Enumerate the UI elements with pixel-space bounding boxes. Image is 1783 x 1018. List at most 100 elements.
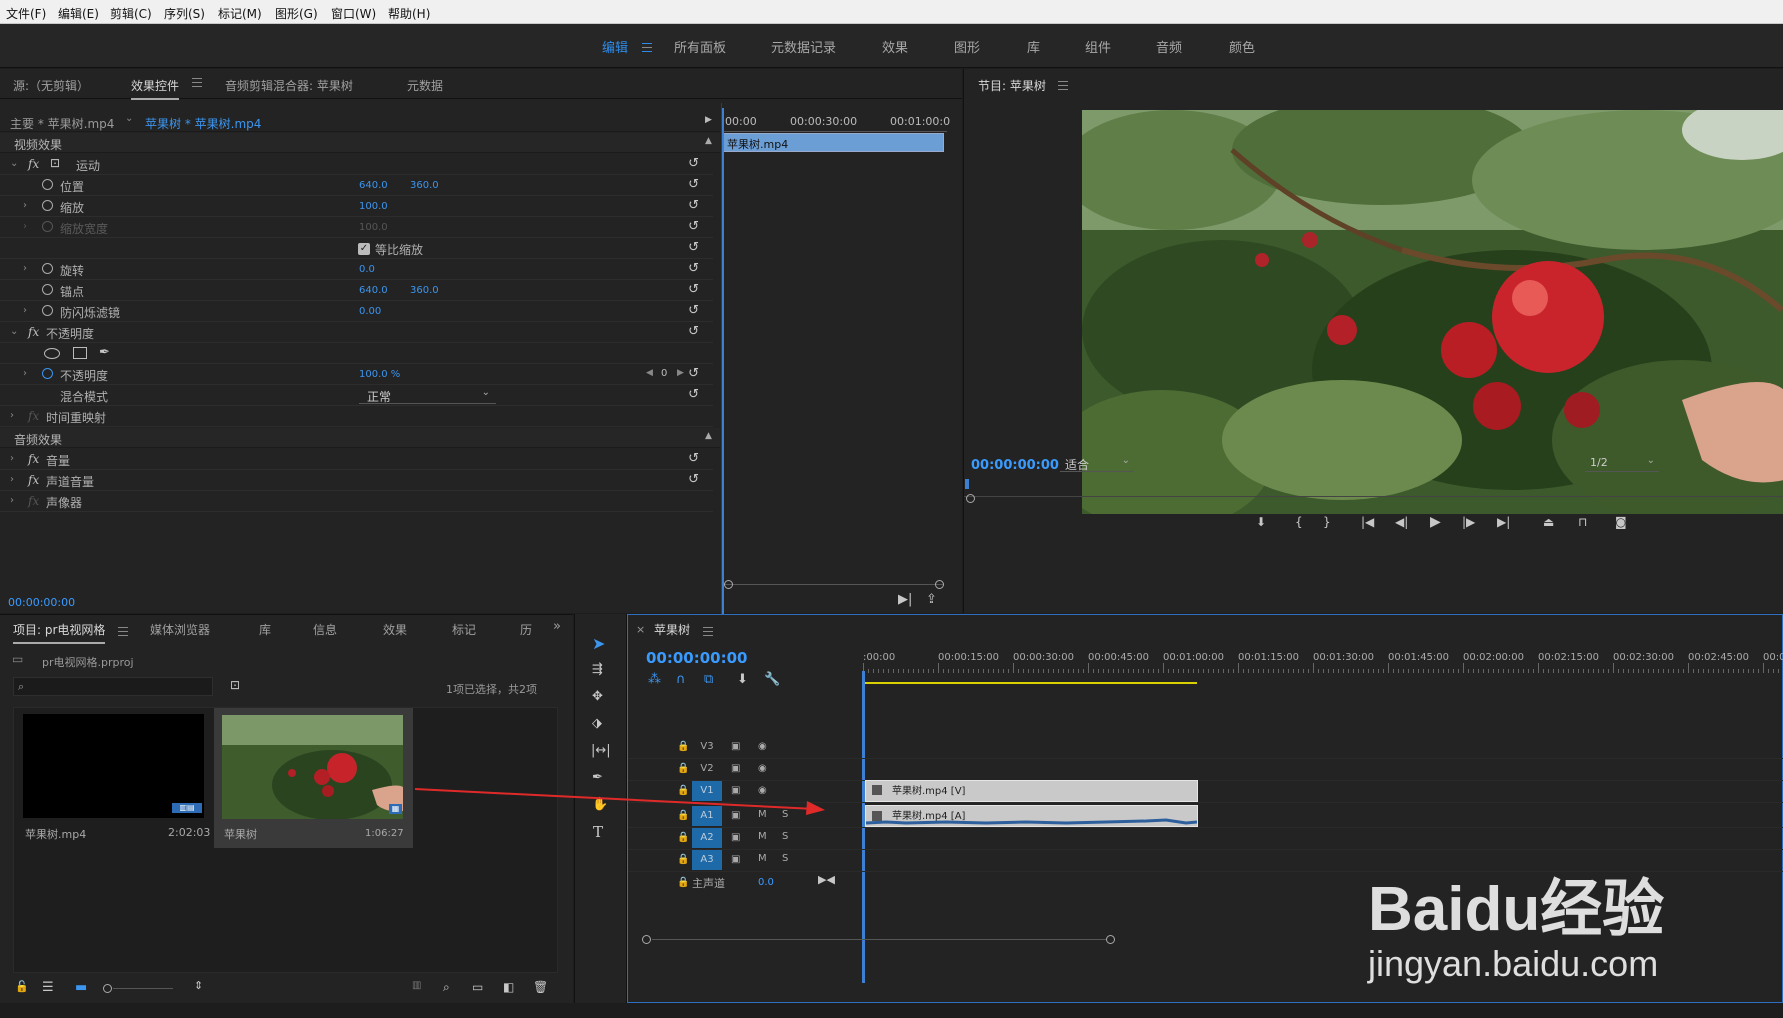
track-target-toggle[interactable]: V3	[692, 737, 722, 757]
scale-row[interactable]: › 缩放 100.0 ↺	[0, 196, 713, 217]
uniform-scale-checkbox[interactable]: ✓	[358, 243, 370, 255]
track-v2[interactable]: 🔒 V2 ▣ ◉	[628, 757, 1783, 781]
menu-edit[interactable]: 编辑(E)	[58, 5, 99, 22]
program-title[interactable]: 节目: 苹果树	[978, 77, 1046, 98]
reset-icon[interactable]: ↺	[688, 324, 699, 339]
video-frame[interactable]	[1082, 110, 1783, 514]
keyframe-toggle[interactable]: 0	[661, 368, 667, 379]
sequence-clip-label[interactable]: 苹果树 * 苹果树.mp4	[145, 115, 261, 132]
selection-tool-icon[interactable]: ➤	[592, 636, 605, 652]
extract-icon[interactable]: ⊓	[1578, 515, 1587, 529]
razor-tool-icon[interactable]: ⬗	[592, 717, 602, 730]
panel-menu-icon[interactable]	[703, 627, 713, 636]
mark-in-icon[interactable]: {	[1295, 515, 1303, 529]
menu-window[interactable]: 窗口(W)	[331, 5, 376, 22]
pen-mask-icon[interactable]: ✒	[99, 346, 110, 359]
position-row[interactable]: 位置 640.0 360.0 ↺	[0, 175, 713, 196]
close-icon[interactable]: ×	[636, 624, 645, 635]
workspace-effects[interactable]: 效果	[882, 37, 908, 56]
reset-icon[interactable]: ↺	[688, 219, 699, 234]
workspace-all-panels[interactable]: 所有面板	[674, 37, 726, 56]
workspace-assembly[interactable]: 组件	[1085, 37, 1111, 56]
menu-sequence[interactable]: 序列(S)	[164, 5, 205, 22]
stopwatch-icon[interactable]	[42, 305, 53, 316]
linked-selection-icon[interactable]: ⧉	[704, 673, 713, 686]
volume-row[interactable]: › fx 音量 ↺	[0, 449, 713, 470]
step-back-icon[interactable]: ◀|	[1395, 515, 1408, 529]
tab-effect-controls[interactable]: 效果控件	[131, 77, 180, 100]
new-item-icon[interactable]: ◧	[503, 981, 514, 993]
workspace-audio[interactable]: 音频	[1156, 37, 1182, 56]
nest-icon[interactable]: ⁂	[648, 673, 661, 686]
stopwatch-icon[interactable]	[42, 200, 53, 211]
go-to-end-icon[interactable]: ▶◀	[818, 874, 835, 885]
timeline-tab[interactable]: 苹果树	[654, 621, 690, 642]
eye-icon[interactable]: ◉	[758, 741, 767, 752]
ripple-edit-tool-icon[interactable]: ✥	[592, 690, 603, 703]
automate-icon[interactable]: ▥	[412, 981, 421, 991]
export-frame-icon[interactable]: ◙	[1615, 515, 1627, 529]
add-marker-icon[interactable]: ⬇	[1256, 515, 1266, 529]
play-icon[interactable]: ▶	[1430, 514, 1441, 530]
tab-source[interactable]: 源:（无剪辑）	[13, 77, 89, 94]
master-value[interactable]: 0.0	[758, 877, 774, 888]
ellipse-mask-icon[interactable]	[44, 348, 60, 359]
stopwatch-icon[interactable]	[42, 179, 53, 190]
sync-lock-icon[interactable]: ▣	[731, 832, 740, 843]
stopwatch-icon[interactable]	[42, 368, 53, 379]
solo-button[interactable]: S	[782, 853, 788, 864]
slip-tool-icon[interactable]: |↔|	[591, 744, 611, 757]
anchor-x[interactable]: 640.0	[359, 285, 388, 296]
export-icon[interactable]: ⇪	[926, 593, 937, 606]
time-remap-row[interactable]: › fx 时间重映射	[0, 406, 713, 427]
tab-metadata[interactable]: 元数据	[407, 77, 443, 94]
tab-project[interactable]: 项目: pr电视网格	[13, 621, 106, 644]
reset-icon[interactable]: ↺	[688, 240, 699, 255]
workspace-libraries[interactable]: 库	[1027, 37, 1040, 56]
reset-icon[interactable]: ↺	[688, 156, 699, 171]
mini-ruler[interactable]: 00:00 00:00:30:00 00:01:00:0	[722, 112, 950, 132]
opacity-row[interactable]: › 不透明度 100.0 % ◀ 0 ▶ ↺	[0, 364, 713, 385]
reset-icon[interactable]: ↺	[688, 303, 699, 318]
mini-clip-bar[interactable]: 苹果树.mp4	[722, 133, 944, 152]
pen-tool-icon[interactable]: ✒	[592, 771, 603, 784]
mini-scrollbar[interactable]	[724, 580, 944, 590]
lock-icon[interactable]: 🔒	[677, 763, 689, 774]
lock-icon[interactable]: 🔒	[677, 741, 689, 752]
tab-effects[interactable]: 效果	[383, 621, 407, 638]
panel-menu-icon[interactable]	[118, 627, 128, 636]
workspace-graphics[interactable]: 图形	[954, 37, 980, 56]
type-tool-icon[interactable]: T	[593, 825, 603, 840]
find-icon[interactable]: ⌕	[443, 981, 450, 993]
track-target-toggle[interactable]: V2	[692, 759, 722, 779]
step-forward-icon[interactable]: |▶	[1462, 515, 1475, 529]
reset-icon[interactable]: ↺	[688, 472, 699, 487]
reset-icon[interactable]: ↺	[688, 282, 699, 297]
opacity-group-row[interactable]: ⌄ fx 不透明度 ↺	[0, 322, 713, 343]
program-ruler[interactable]	[964, 483, 1783, 497]
more-tabs-icon[interactable]: »	[553, 619, 561, 634]
blend-mode-select[interactable]: 正常 ⌄	[359, 387, 496, 404]
lock-icon[interactable]: 🔒	[677, 878, 689, 888]
track-target-toggle[interactable]: A2	[692, 828, 722, 848]
tab-audio-mixer[interactable]: 音频剪辑混合器: 苹果树	[225, 77, 353, 94]
tab-media-browser[interactable]: 媒体浏览器	[150, 621, 210, 638]
project-item-sequence[interactable]: ▦ 苹果树 1:06:27	[214, 708, 413, 848]
track-a3[interactable]: 🔒 A3 ▣ M S	[628, 848, 1783, 872]
new-bin-icon[interactable]: ▭	[472, 981, 483, 993]
tab-markers[interactable]: 标记	[452, 621, 476, 638]
search-input[interactable]: ⌕	[13, 677, 213, 696]
icon-view-icon[interactable]: ▬	[75, 981, 87, 994]
rotation-value[interactable]: 0.0	[359, 264, 375, 275]
panner-row[interactable]: › fx 声像器	[0, 491, 713, 512]
fx-icon[interactable]: fx	[28, 473, 39, 487]
workspace-menu-icon[interactable]	[642, 43, 652, 52]
menu-marker[interactable]: 标记(M)	[218, 5, 262, 22]
mute-button[interactable]: M	[758, 831, 767, 842]
timeline-ruler[interactable]: :00:00 00:00:15:00 00:00:30:00 00:00:45:00 0…	[863, 647, 1783, 685]
reset-icon[interactable]: ↺	[688, 198, 699, 213]
panel-menu-icon[interactable]	[1058, 81, 1068, 90]
lock-icon[interactable]: 🔒	[677, 832, 689, 843]
stopwatch-icon[interactable]	[42, 263, 53, 274]
timeline-scrollbar[interactable]	[642, 935, 1117, 945]
